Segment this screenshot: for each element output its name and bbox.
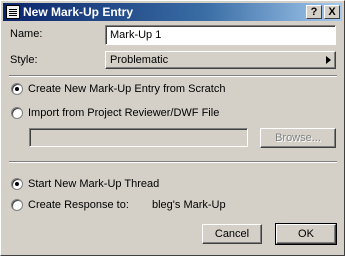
name-field[interactable]: Mark-Up 1: [105, 25, 336, 45]
name-field-value: Mark-Up 1: [110, 29, 162, 41]
create-response-label[interactable]: Create Response to:: [28, 199, 129, 211]
response-target-text: bleg's Mark-Up: [152, 199, 226, 211]
start-new-thread-label[interactable]: Start New Mark-Up Thread: [28, 178, 159, 190]
help-button[interactable]: ?: [306, 5, 322, 19]
document-icon: [6, 5, 20, 19]
style-dropdown-value: Problematic: [110, 54, 169, 66]
cancel-button[interactable]: Cancel: [202, 224, 262, 244]
import-label[interactable]: Import from Project Reviewer/DWF File: [28, 107, 219, 119]
chevron-right-icon: [326, 56, 331, 64]
ok-button[interactable]: OK: [275, 223, 337, 245]
separator: [9, 75, 337, 77]
window-title: New Mark-Up Entry: [23, 5, 134, 19]
import-radio[interactable]: [11, 107, 23, 119]
create-new-radio[interactable]: [11, 83, 23, 95]
style-dropdown[interactable]: Problematic: [105, 51, 336, 69]
close-button[interactable]: X: [324, 5, 340, 19]
start-new-thread-radio[interactable]: [11, 178, 23, 190]
dialog-window: New Mark-Up Entry ? X Name: Mark-Up 1 St…: [0, 0, 345, 256]
separator: [9, 161, 337, 163]
title-bar[interactable]: New Mark-Up Entry ? X: [3, 3, 342, 21]
name-label: Name:: [10, 28, 43, 40]
style-label: Style:: [10, 54, 38, 66]
import-path-field[interactable]: [29, 128, 248, 147]
browse-button[interactable]: Browse...: [260, 128, 336, 148]
create-response-radio[interactable]: [11, 199, 23, 211]
create-new-label[interactable]: Create New Mark-Up Entry from Scratch: [28, 83, 225, 95]
